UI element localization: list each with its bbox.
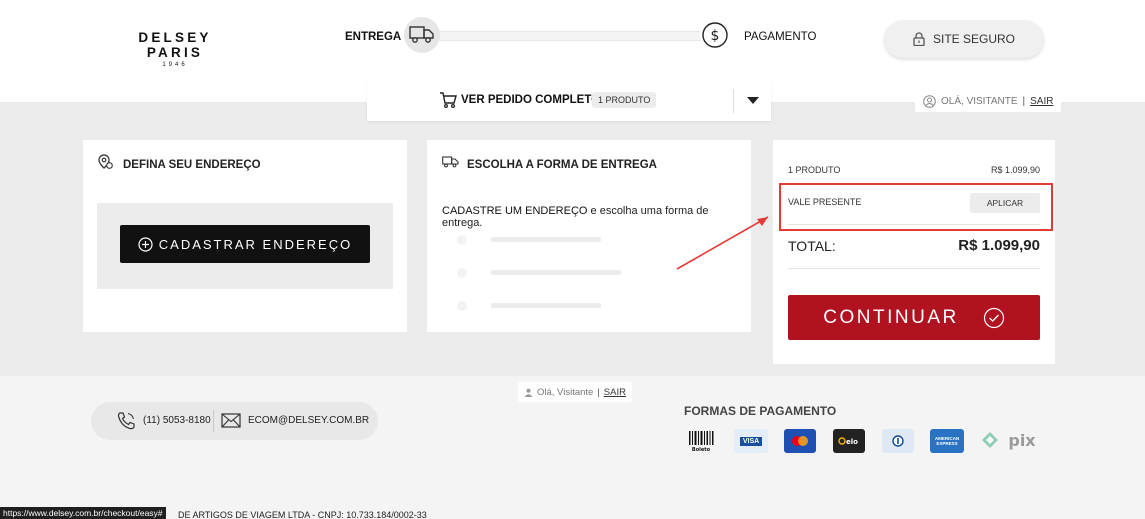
radio-placeholder — [457, 268, 467, 278]
annotation-arrow — [676, 216, 769, 270]
truck-icon — [442, 156, 459, 168]
svg-text:elo: elo — [846, 438, 858, 446]
chevron-down-icon[interactable] — [747, 97, 759, 104]
contact-divider — [213, 410, 214, 432]
phone-icon — [117, 412, 135, 430]
summary-divider — [788, 224, 1040, 225]
user-greeting: OLÁ, VISITANTE | SAIR — [915, 90, 1062, 112]
amex-icon: AMERICAN EXPRESS — [930, 429, 964, 453]
secure-site-badge: SITE SEGURO — [884, 20, 1044, 58]
step-entrega-label: ENTREGA — [345, 31, 402, 43]
phone-number[interactable]: (11) 5053-8180 — [143, 415, 211, 426]
truck-icon — [409, 26, 434, 43]
register-address-label: CADASTRAR ENDEREÇO — [158, 236, 353, 252]
shipping-card-title: ESCOLHA A FORMA DE ENTREGA — [467, 159, 657, 171]
continue-label: CONTINUAR — [823, 306, 959, 328]
status-bar-url: https://www.delsey.com.br/checkout/easy# — [0, 507, 166, 519]
shipping-message-strong: CADASTRE UM ENDEREÇO — [442, 205, 588, 217]
email-address[interactable]: ECOM@DELSEY.COM.BR — [248, 415, 369, 426]
footer-user-separator: | — [597, 386, 600, 398]
cart-icon — [440, 92, 457, 109]
svg-text:$: $ — [711, 28, 720, 44]
items-value: R$ 1.099,90 — [990, 165, 1040, 175]
visa-icon: VISA — [734, 429, 768, 453]
checkout-progress-track — [436, 31, 704, 41]
line-placeholder — [491, 270, 621, 275]
delsey-logo[interactable]: DELSEY PARIS 1946 — [110, 30, 240, 68]
footer-logout-link[interactable]: SAIR — [604, 387, 626, 398]
diners-icon — [882, 429, 914, 453]
company-info: DE ARTIGOS DE VIAGEM LTDA - CNPJ: 10.733… — [178, 510, 427, 519]
line-placeholder — [491, 237, 601, 242]
items-row: 1 PRODUTO R$ 1.099,90 — [788, 165, 1040, 175]
logout-link[interactable]: SAIR — [1030, 96, 1053, 107]
dollar-icon: $ — [702, 22, 728, 48]
mastercard-icon — [784, 429, 816, 453]
user-separator: | — [1022, 95, 1026, 107]
radio-placeholder — [457, 301, 467, 311]
pix-icon: pix — [979, 429, 1045, 453]
plus-circle-icon — [138, 236, 153, 252]
view-order-label: VER PEDIDO COMPLETO — [461, 94, 601, 106]
footer: Olá, Visitante | SAIR (11) 5053-8180 ECOM… — [0, 376, 1145, 519]
logo-text: DELSEY PARIS — [138, 30, 212, 60]
order-summary-card: 1 PRODUTO R$ 1.099,90 VALE PRESENTE APLI… — [773, 140, 1055, 364]
gift-card-label: VALE PRESENTE — [788, 197, 862, 207]
step-entrega-indicator — [404, 17, 440, 53]
lock-icon — [913, 32, 925, 46]
svg-text:pix: pix — [1008, 431, 1036, 450]
register-address-button[interactable]: CADASTRAR ENDEREÇO — [120, 225, 370, 263]
elo-icon: elo — [833, 429, 865, 453]
view-order-bar[interactable]: VER PEDIDO COMPLETO 1 PRODUTO — [367, 81, 771, 121]
address-card: DEFINA SEU ENDEREÇO CADASTRAR ENDEREÇO — [83, 140, 407, 332]
mail-icon — [221, 413, 241, 428]
step-pagamento-indicator: $ — [700, 20, 730, 50]
footer-user-greeting: Olá, Visitante | SAIR — [518, 382, 632, 402]
apply-gift-card-button[interactable]: APLICAR — [970, 193, 1040, 213]
payment-methods-title: FORMAS DE PAGAMENTO — [684, 404, 837, 418]
product-count-badge: 1 PRODUTO — [592, 92, 657, 108]
line-placeholder — [491, 303, 601, 308]
order-bar-divider — [733, 89, 734, 113]
footer-greeting-text: Olá, Visitante — [537, 386, 594, 398]
user-greeting-text: OLÁ, VISITANTE — [941, 95, 1018, 107]
user-icon — [524, 388, 533, 397]
items-label: 1 PRODUTO — [788, 165, 841, 175]
location-icon — [98, 154, 113, 169]
step-pagamento-label: PAGAMENTO — [744, 31, 817, 43]
contact-info: (11) 5053-8180 ECOM@DELSEY.COM.BR — [91, 402, 378, 440]
secure-site-label: SITE SEGURO — [932, 32, 1015, 46]
check-circle-icon — [983, 307, 1004, 328]
total-label: TOTAL: — [788, 238, 836, 254]
logo-year: 1946 — [162, 62, 188, 68]
total-value: R$ 1.099,90 — [958, 237, 1040, 254]
boleto-icon: Boleto — [684, 429, 718, 453]
address-card-title: DEFINA SEU ENDEREÇO — [123, 159, 261, 171]
continue-button[interactable]: CONTINUAR — [788, 295, 1040, 340]
svg-text:Boleto: Boleto — [692, 447, 711, 452]
radio-placeholder — [457, 235, 467, 245]
summary-divider — [788, 268, 1040, 269]
user-icon — [923, 94, 936, 108]
